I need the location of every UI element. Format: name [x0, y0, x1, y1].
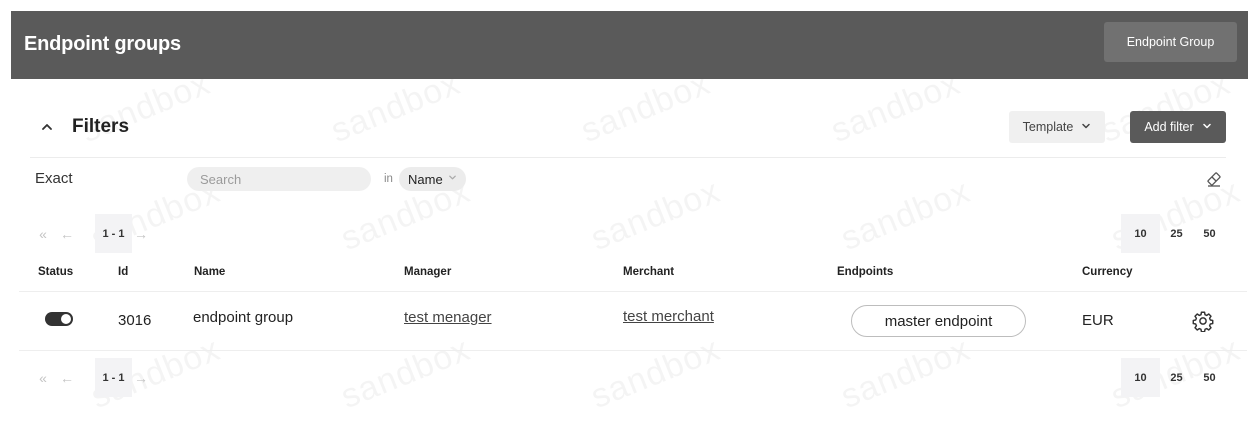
endpoint-group-button[interactable]: Endpoint Group: [1104, 22, 1237, 62]
filters-title: Filters: [72, 116, 130, 137]
filters-divider: [30, 157, 1226, 158]
page-size-10[interactable]: 10: [1121, 358, 1160, 397]
chevron-down-icon: [448, 173, 457, 185]
page-size-selector: 10 25 50: [1121, 358, 1226, 397]
first-page-button[interactable]: «: [31, 370, 55, 386]
merchant-link[interactable]: test merchant: [623, 308, 714, 325]
page-size-50[interactable]: 50: [1193, 214, 1226, 253]
gear-icon[interactable]: [1192, 310, 1214, 333]
next-page-button[interactable]: →: [134, 226, 150, 242]
page-title: Endpoint groups: [24, 33, 181, 55]
template-label: Template: [1022, 120, 1074, 134]
prev-page-button[interactable]: ←: [55, 370, 79, 386]
column-header-name[interactable]: Name: [194, 266, 225, 278]
template-dropdown[interactable]: Template: [1009, 111, 1105, 143]
field-select[interactable]: Name: [399, 167, 466, 191]
cell-name: endpoint group: [193, 309, 294, 326]
pagination-bottom: « ← 1 - 1 →: [31, 358, 150, 397]
column-header-manager[interactable]: Manager: [404, 266, 451, 278]
filter-mode-label: Exact: [35, 170, 73, 187]
toggle-knob: [61, 314, 71, 324]
chevron-up-icon[interactable]: [40, 120, 54, 134]
column-header-currency[interactable]: Currency: [1082, 266, 1133, 278]
pagination-top: « ← 1 - 1 →: [31, 214, 150, 253]
chevron-down-icon: [1081, 120, 1091, 134]
endpoint-chip[interactable]: master endpoint: [851, 305, 1026, 337]
page-header: Endpoint groups Endpoint Group: [11, 11, 1248, 79]
page-range: 1 - 1: [95, 214, 132, 253]
add-filter-button[interactable]: Add filter: [1130, 111, 1226, 143]
field-select-value: Name: [408, 171, 443, 187]
page-size-selector: 10 25 50: [1121, 214, 1226, 253]
table-row-divider: [19, 350, 1247, 351]
status-toggle[interactable]: [45, 312, 73, 326]
page-range: 1 - 1: [95, 358, 132, 397]
add-filter-label: Add filter: [1144, 120, 1194, 134]
cell-currency: EUR: [1082, 312, 1114, 329]
first-page-button[interactable]: «: [31, 226, 55, 242]
prev-page-button[interactable]: ←: [55, 226, 79, 242]
column-header-merchant[interactable]: Merchant: [623, 266, 674, 278]
search-input[interactable]: [187, 167, 371, 191]
filters-header: Filters: [40, 116, 129, 138]
page-size-10[interactable]: 10: [1121, 214, 1160, 253]
page-size-25[interactable]: 25: [1160, 214, 1193, 253]
manager-link[interactable]: test menager: [404, 309, 492, 326]
column-header-endpoints[interactable]: Endpoints: [837, 266, 893, 278]
page-size-50[interactable]: 50: [1193, 358, 1226, 397]
eraser-icon[interactable]: [1205, 170, 1223, 188]
next-page-button[interactable]: →: [134, 370, 150, 386]
chevron-down-icon: [1202, 120, 1212, 134]
table-header-divider: [19, 291, 1247, 292]
page-size-25[interactable]: 25: [1160, 358, 1193, 397]
cell-id: 3016: [118, 312, 152, 329]
column-header-id[interactable]: Id: [118, 266, 128, 278]
in-label: in: [384, 173, 393, 185]
column-header-status[interactable]: Status: [38, 266, 73, 278]
